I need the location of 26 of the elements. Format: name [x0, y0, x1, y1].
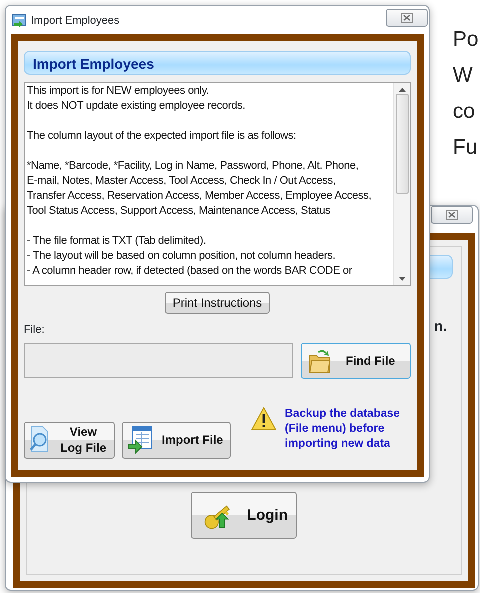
- dialog-header: Import Employees: [24, 51, 411, 75]
- window-title: Import Employees: [31, 14, 120, 29]
- file-label: File:: [24, 323, 45, 338]
- import-file-button[interactable]: Import File: [122, 422, 231, 458]
- close-icon: [401, 13, 413, 23]
- scrollbar[interactable]: [393, 83, 410, 285]
- app-icon: [12, 14, 27, 28]
- login-button[interactable]: Login: [191, 492, 297, 539]
- document-text: W: [453, 63, 474, 89]
- close-button[interactable]: [431, 206, 473, 224]
- view-log-file-button[interactable]: View Log File: [24, 422, 115, 458]
- print-instructions-button[interactable]: Print Instructions: [165, 292, 270, 314]
- scroll-up-icon[interactable]: [398, 88, 406, 92]
- fragment-text: n.: [434, 317, 447, 336]
- close-button[interactable]: [386, 9, 428, 27]
- warning-text: Backup the database (File menu) before importing new data: [285, 406, 400, 452]
- close-icon: [446, 210, 458, 220]
- find-file-button[interactable]: Find File: [301, 342, 411, 378]
- file-field[interactable]: [24, 342, 293, 378]
- warning-icon: [251, 406, 277, 430]
- document-text: co: [453, 99, 476, 125]
- spreadsheet-icon: [128, 425, 154, 455]
- document-text: Fu: [453, 135, 479, 161]
- document-text: Po: [453, 27, 479, 53]
- scroll-down-icon[interactable]: [398, 277, 406, 281]
- instructions-text: This import is for NEW employees only. It does NOT update existing employee records. The column layout of the expected import file is as follows: *Name, *Barcode, *Facility, Log in Name, Password, Phone, Alt. Phone, E-mail, Notes, Master Access, Tool Access, Check In / Out Access, Transfer Access, Reservation Access, Member Access, Employee Access, Tool Status Access, Support Access, Maintenance Access, Status - The file format is TXT (Tab delimited). - The layout will be based on column position, not column headers. - A column header row, if detected (based on the words BAR CODE or: [26, 84, 373, 279]
